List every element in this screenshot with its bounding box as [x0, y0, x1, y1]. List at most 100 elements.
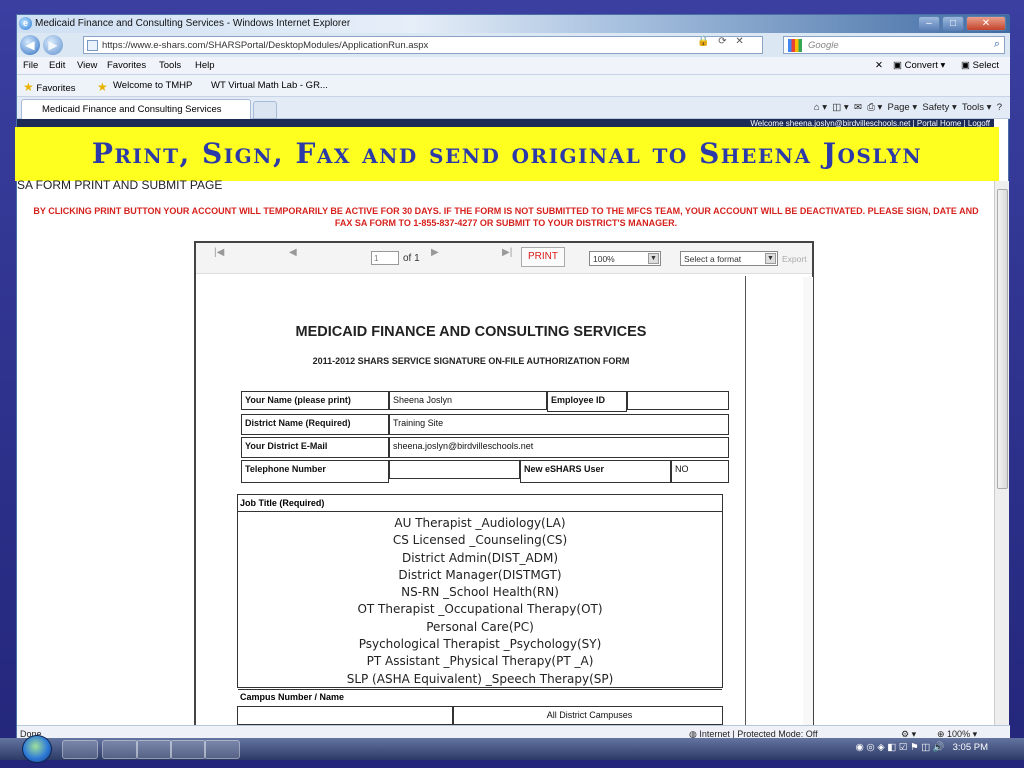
convert-label: Convert: [904, 60, 938, 71]
search-icon[interactable]: ⌕: [994, 38, 1000, 51]
job-title-box: Job Title (Required) AU Therapist _Audio…: [237, 494, 723, 702]
new-tab-button[interactable]: [253, 101, 277, 119]
report-page: MEDICAID FINANCE AND CONSULTING SERVICES…: [196, 276, 746, 743]
taskbar: ◉ ◎ ◈ ◧ ☑ ⚑ ◫ 🔊 3:05 PM: [0, 735, 1024, 763]
favorite-link-math-lab[interactable]: WT Virtual Math Lab - GR...: [211, 80, 328, 91]
convert-button[interactable]: ▣ Convert ▾: [893, 60, 945, 71]
job-title-option[interactable]: NS-RN _School Health(RN): [238, 584, 722, 601]
favorite-link-tmhp[interactable]: Welcome to TMHP: [113, 80, 192, 91]
window-title: Medicaid Finance and Consulting Services…: [35, 18, 351, 29]
tab-row: Medicaid Finance and Consulting Services…: [17, 97, 1010, 119]
job-title-option[interactable]: District Manager(DISTMGT): [238, 567, 722, 584]
print-icon[interactable]: ⎙ ▾: [867, 102, 882, 113]
chevron-down-icon: ▼: [648, 253, 659, 264]
print-button[interactable]: PRINT: [521, 247, 565, 267]
maximize-button[interactable]: □: [942, 16, 964, 31]
safety-menu[interactable]: Safety: [922, 102, 949, 113]
campus-label: Campus Number / Name: [238, 689, 722, 705]
email-label: Your District E-Mail: [241, 437, 389, 458]
address-bar[interactable]: https://www.e-shars.com/SHARSPortal/Desk…: [83, 36, 763, 54]
search-box[interactable]: Google ⌕: [783, 36, 1005, 54]
form-heading: MEDICAID FINANCE AND CONSULTING SERVICES: [295, 324, 647, 340]
address-row: ◀ ▶ https://www.e-shars.com/SHARSPortal/…: [17, 33, 1010, 57]
lock-refresh-stop-icons[interactable]: 🔒 ⟳ ✕: [697, 36, 747, 47]
format-placeholder: Select a format: [684, 254, 742, 264]
menu-favorites[interactable]: Favorites: [107, 60, 146, 71]
tools-menu[interactable]: Tools: [962, 102, 984, 113]
job-title-option[interactable]: OT Therapist _Occupational Therapy(OT): [238, 601, 722, 618]
new-user-value: NO: [671, 460, 729, 483]
favorites-bar: ★ Favorites ★ Welcome to TMHP WT Virtual…: [17, 75, 1010, 97]
menu-file[interactable]: File: [23, 60, 38, 71]
select-label: Select: [972, 60, 1000, 71]
page-menu[interactable]: Page: [888, 102, 910, 113]
browser-tab[interactable]: Medicaid Finance and Consulting Services: [21, 99, 251, 119]
page-icon: [87, 40, 98, 51]
zoom-select[interactable]: 100% ▼: [589, 251, 661, 266]
help-icon[interactable]: ?: [997, 102, 1002, 113]
next-page-icon[interactable]: ▶: [431, 247, 439, 258]
scrollbar-thumb[interactable]: [997, 189, 1008, 489]
menu-view[interactable]: View: [77, 60, 97, 71]
menu-bar: File Edit View Favorites Tools Help ✕ ▣ …: [17, 57, 1010, 75]
close-button[interactable]: ✕: [966, 16, 1006, 31]
add-favorite-icon[interactable]: ★: [97, 80, 108, 94]
taskbar-explorer-icon[interactable]: [102, 740, 138, 759]
tab-title: Medicaid Finance and Consulting Services: [42, 104, 222, 115]
taskbar-media-icon[interactable]: [136, 740, 172, 759]
email-value: sheena.joslyn@birdvilleschools.net: [389, 437, 729, 458]
job-title-option[interactable]: PT Assistant _Physical Therapy(PT _A): [238, 653, 722, 670]
job-title-option[interactable]: Personal Care(PC): [238, 619, 722, 636]
google-icon: [788, 39, 802, 52]
menu-edit[interactable]: Edit: [49, 60, 65, 71]
minimize-button[interactable]: –: [918, 16, 940, 31]
employee-id-label: Employee ID: [547, 391, 627, 412]
export-link[interactable]: Export: [782, 254, 807, 264]
job-title-option[interactable]: SLP (ASHA Equivalent) _Speech Therapy(SP…: [238, 671, 722, 688]
job-title-option[interactable]: AU Therapist _Audiology(LA): [238, 515, 722, 532]
close-toolbar-icon[interactable]: ✕: [875, 60, 883, 71]
first-page-icon[interactable]: |◀: [214, 247, 224, 258]
browser-window: e Medicaid Finance and Consulting Servic…: [15, 14, 1010, 743]
job-title-list: AU Therapist _Audiology(LA) CS Licensed …: [238, 515, 722, 688]
chevron-down-icon: ▼: [765, 253, 776, 264]
feeds-icon[interactable]: ◫ ▾: [832, 102, 848, 113]
previous-page-icon[interactable]: ◀: [289, 247, 297, 258]
district-value: Training Site: [389, 414, 729, 435]
phone-label: Telephone Number: [241, 460, 389, 483]
report-scrollbar[interactable]: [803, 277, 813, 742]
page-count: of 1: [403, 253, 420, 264]
favorites-button[interactable]: ★ Favorites: [23, 80, 75, 94]
taskbar-window-icon[interactable]: [204, 740, 240, 759]
mail-icon[interactable]: ✉: [854, 102, 862, 113]
report-viewer: |◀ ◀ 1 of 1 ▶ ▶| PRINT 100% ▼ Select a fo…: [194, 241, 814, 743]
job-title-option[interactable]: Psychological Therapist _Psychology(SY): [238, 636, 722, 653]
campus-value: All District Campuses: [453, 706, 723, 725]
star-icon: ★: [23, 80, 34, 94]
forward-button[interactable]: ▶: [43, 35, 63, 55]
taskbar-ie-icon[interactable]: [62, 740, 98, 759]
warning-message: BY CLICKING PRINT BUTTON YOUR ACCOUNT WI…: [33, 206, 979, 228]
home-icon[interactable]: ⌂ ▾: [814, 102, 827, 113]
ie-icon: e: [19, 17, 32, 30]
job-title-option[interactable]: District Admin(DIST_ADM): [238, 550, 722, 567]
tray-icons[interactable]: ◉ ◎ ◈ ◧ ☑ ⚑ ◫ 🔊: [856, 742, 945, 753]
last-page-icon[interactable]: ▶|: [502, 247, 512, 258]
menu-help[interactable]: Help: [195, 60, 215, 71]
select-button[interactable]: ▣ Select: [961, 60, 999, 71]
name-value: Sheena Joslyn: [389, 391, 547, 410]
job-title-option[interactable]: CS Licensed _Counseling(CS): [238, 532, 722, 549]
banner: Print, Sign, Fax and send original to Sh…: [15, 127, 999, 181]
new-user-label: New eSHARS User: [520, 460, 671, 483]
menu-tools[interactable]: Tools: [159, 60, 181, 71]
start-button[interactable]: [22, 735, 52, 763]
format-select[interactable]: Select a format ▼: [680, 251, 778, 266]
back-button[interactable]: ◀: [20, 35, 40, 55]
page-title: SA FORM PRINT AND SUBMIT PAGE: [17, 178, 223, 192]
district-label: District Name (Required): [241, 414, 389, 435]
taskbar-app-icon[interactable]: [170, 740, 206, 759]
page-scrollbar[interactable]: [994, 181, 1009, 725]
campus-number-cell: [237, 706, 453, 725]
page-number-input[interactable]: 1: [371, 251, 399, 265]
url-text: https://www.e-shars.com/SHARSPortal/Desk…: [102, 40, 429, 51]
